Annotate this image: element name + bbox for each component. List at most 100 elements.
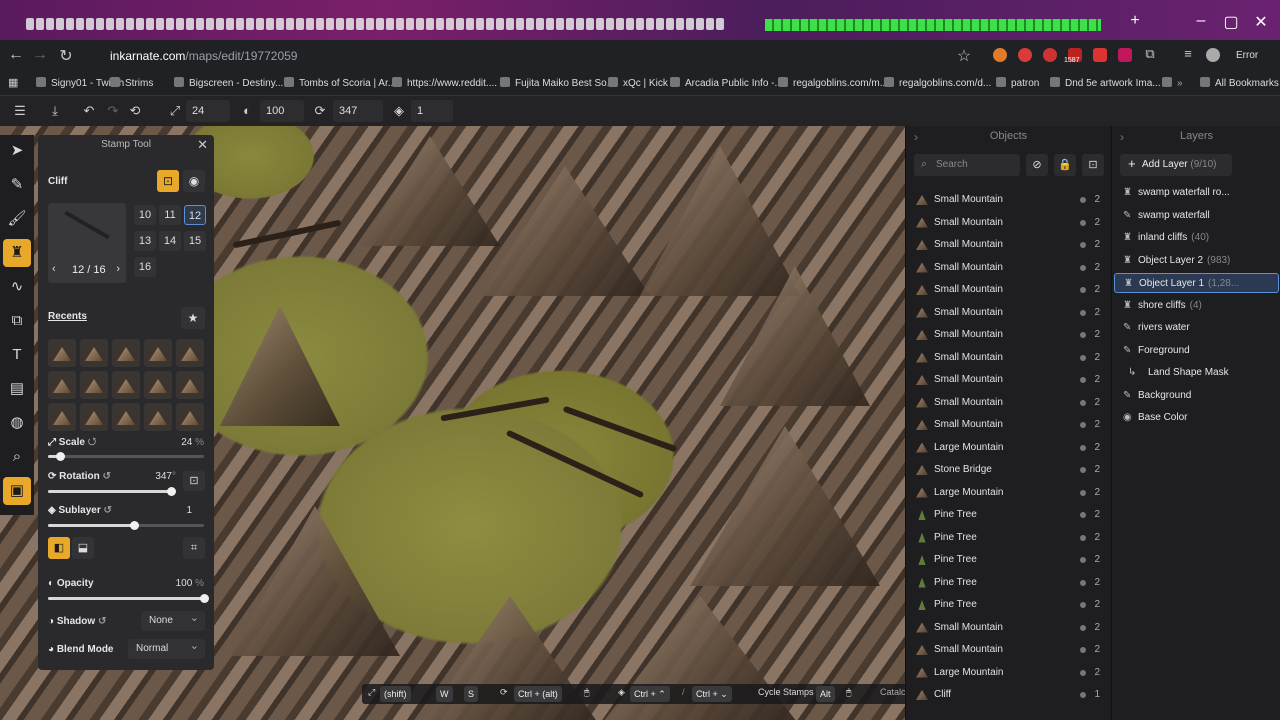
bookmark-item[interactable]: patron — [996, 77, 1039, 89]
bookmark-star-icon[interactable]: ☆ — [952, 46, 976, 66]
bookmark-item[interactable]: Bigscreen - Destiny... — [174, 77, 283, 89]
tab-favicon[interactable] — [686, 18, 694, 30]
menu-icon[interactable]: ☰ — [11, 102, 29, 120]
stamp-tool-icon[interactable]: ♜ — [3, 239, 31, 267]
layer-row[interactable]: ✎ rivers water — [1114, 318, 1279, 338]
layer-row[interactable]: ✎ swamp waterfall — [1114, 206, 1279, 226]
objects-search-input[interactable]: Search — [914, 154, 1020, 176]
extension-icon[interactable] — [1118, 48, 1132, 62]
shadow-select[interactable]: None — [141, 608, 205, 631]
tab-favicon[interactable] — [136, 18, 144, 30]
tab-favicons[interactable] — [26, 18, 766, 32]
bookmark-item[interactable]: Strims — [110, 77, 153, 89]
tab-favicon[interactable] — [586, 18, 594, 30]
tab-favicon[interactable] — [496, 18, 504, 30]
tab-favicon[interactable] — [86, 18, 94, 30]
tab-favicon[interactable] — [266, 18, 274, 30]
palette-icon[interactable]: ◉ — [183, 170, 205, 192]
reset-icon[interactable]: ↺ — [104, 505, 112, 516]
tab-favicon[interactable] — [316, 18, 324, 30]
place-above-icon[interactable]: ◧ — [48, 537, 70, 559]
tab-favicon[interactable] — [156, 18, 164, 30]
bookmark-item[interactable]: regalgoblins.com/m... — [778, 77, 888, 89]
slider-knob[interactable] — [129, 521, 139, 530]
tab-favicon[interactable] — [596, 18, 604, 30]
bookmark-item[interactable]: Fujita Maiko Best So... — [500, 77, 615, 89]
layer-row[interactable]: ♜ inland cliffs (40) — [1114, 228, 1279, 248]
object-row[interactable]: Large Mountain 2 — [914, 662, 1106, 684]
tab-favicon[interactable] — [236, 18, 244, 30]
extension-icon[interactable] — [1043, 48, 1057, 62]
variant-button[interactable]: 16 — [134, 257, 156, 277]
tab-favicon[interactable] — [536, 18, 544, 30]
hide-icon[interactable]: ⊘ — [1026, 154, 1048, 176]
tab-favicon[interactable] — [356, 18, 364, 30]
object-row[interactable]: Small Mountain 2 — [914, 414, 1106, 436]
select-tool-icon[interactable]: ➤ — [3, 137, 31, 165]
bookmark-item[interactable]: Tombs of Scoria | Ar... — [284, 77, 396, 89]
tab-favicon[interactable] — [186, 18, 194, 30]
opacity-slider[interactable] — [48, 594, 209, 603]
tab-favicon[interactable] — [66, 18, 74, 30]
recent-stamp-thumbnail[interactable] — [112, 403, 140, 431]
profile-error-label[interactable]: Error — [1236, 50, 1258, 61]
blend-mode-select[interactable]: Normal — [128, 636, 205, 659]
layer-row[interactable]: ✎ Foreground — [1114, 341, 1279, 361]
tab-favicon[interactable] — [76, 18, 84, 30]
object-row[interactable]: Large Mountain 2 — [914, 482, 1106, 504]
crop-icon[interactable]: ⌗ — [183, 537, 205, 559]
extension-icon[interactable] — [1093, 48, 1107, 62]
rotation-slider[interactable] — [48, 487, 176, 496]
tab-favicon[interactable] — [346, 18, 354, 30]
text-tool-icon[interactable]: T — [3, 341, 31, 369]
extension-icon[interactable] — [1018, 48, 1032, 62]
save-icon[interactable]: ▣ — [3, 477, 31, 505]
layer-row[interactable]: ♜ swamp waterfall ro... — [1114, 183, 1279, 203]
tab-favicon[interactable] — [336, 18, 344, 30]
tab-favicon[interactable] — [566, 18, 574, 30]
tab-favicon[interactable] — [656, 18, 664, 30]
tab-favicon[interactable] — [576, 18, 584, 30]
layer-row[interactable]: ♜ Object Layer 2 (983) — [1114, 251, 1279, 271]
tab-favicon[interactable] — [396, 18, 404, 30]
layer-row[interactable]: ◉ Base Color — [1114, 408, 1279, 428]
tab-favicon[interactable] — [116, 18, 124, 30]
recent-stamp-thumbnail[interactable] — [144, 371, 172, 399]
tab-favicon[interactable] — [386, 18, 394, 30]
tab-favicon[interactable] — [126, 18, 134, 30]
object-row[interactable]: Small Mountain 2 — [914, 234, 1106, 256]
object-row[interactable]: Small Mountain 2 — [914, 347, 1106, 369]
tab-favicon[interactable] — [366, 18, 374, 30]
bookmark-item[interactable]: https://www.reddit.... — [392, 77, 497, 89]
tab-favicon[interactable] — [26, 18, 34, 30]
tab-favicon[interactable] — [326, 18, 334, 30]
tab-favicon[interactable] — [546, 18, 554, 30]
recent-stamp-thumbnail[interactable] — [80, 371, 108, 399]
variant-next-icon[interactable]: › — [116, 263, 120, 275]
opacity-field[interactable]: 100 — [260, 100, 304, 122]
tab-favicon[interactable] — [96, 18, 104, 30]
tab-favicon[interactable] — [436, 18, 444, 30]
favorites-star-icon[interactable]: ★ — [181, 307, 205, 329]
tab-favicon[interactable] — [626, 18, 634, 30]
recent-stamp-thumbnail[interactable] — [176, 339, 204, 367]
reset-icon[interactable]: ↺ — [98, 616, 106, 627]
recent-stamp-thumbnail[interactable] — [144, 339, 172, 367]
tab-favicon[interactable] — [416, 18, 424, 30]
object-row[interactable]: Small Mountain 2 — [914, 257, 1106, 279]
tab-favicon[interactable] — [466, 18, 474, 30]
tab-favicon[interactable] — [696, 18, 704, 30]
tab-favicon[interactable] — [706, 18, 714, 30]
variant-button[interactable]: 14 — [159, 231, 181, 251]
tab-favicon[interactable] — [226, 18, 234, 30]
reset-icon[interactable]: ↺ — [88, 437, 96, 448]
object-row[interactable]: Small Mountain 2 — [914, 189, 1106, 211]
profile-avatar[interactable] — [1206, 48, 1220, 62]
tab-favicon[interactable] — [516, 18, 524, 30]
url-field[interactable]: inkarnate.com/maps/edit/19772059 — [82, 44, 982, 68]
recent-stamp-thumbnail[interactable] — [80, 403, 108, 431]
back-icon[interactable]: ← — [4, 46, 28, 64]
path-tool-icon[interactable]: ∿ — [3, 273, 31, 301]
rotation-field[interactable]: 347 — [333, 100, 383, 122]
recent-stamp-thumbnail[interactable] — [144, 403, 172, 431]
